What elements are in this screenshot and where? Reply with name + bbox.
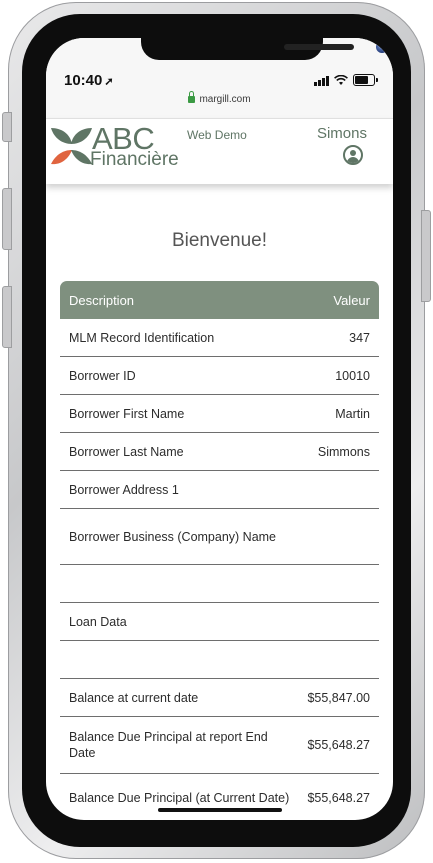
- row-value: $55,847.00: [307, 690, 370, 705]
- table-row: Borrower Business (Company) Name: [60, 509, 379, 565]
- url-text: margill.com: [199, 94, 251, 105]
- lock-icon: [188, 90, 196, 103]
- status-icons: [314, 74, 378, 86]
- power-button: [421, 210, 431, 302]
- table-row: Borrower First Name Martin: [60, 395, 379, 433]
- leaf-logo-icon: [51, 128, 92, 165]
- row-description: Borrower Last Name: [69, 444, 184, 459]
- row-value: 10010: [335, 368, 370, 383]
- web-demo-link[interactable]: Web Demo: [187, 128, 247, 142]
- row-description: Balance Due Principal (at Current Date): [69, 790, 290, 805]
- url-bar[interactable]: margill.com: [46, 90, 393, 105]
- table-row: Balance at current date $55,847.00: [60, 679, 379, 717]
- wifi-icon: [334, 75, 348, 85]
- app-header: ABC Financière Web Demo Simons: [46, 118, 393, 184]
- loan-data-table: Description Valeur MLM Record Identifica…: [60, 281, 379, 820]
- abc-financiere-logo[interactable]: ABC Financière: [48, 121, 179, 170]
- volume-up-button: [2, 188, 12, 250]
- battery-icon: [353, 74, 378, 86]
- notch: [141, 38, 388, 60]
- volume-down-button: [2, 286, 12, 348]
- row-description: Borrower First Name: [69, 406, 185, 421]
- time-text: 10:40: [64, 72, 103, 89]
- home-indicator[interactable]: [158, 808, 282, 812]
- table-row: [60, 565, 379, 603]
- mute-switch: [2, 112, 12, 142]
- table-row: Borrower Last Name Simmons: [60, 433, 379, 471]
- row-description: Borrower Address 1: [69, 482, 179, 497]
- row-description: Borrower Business (Company) Name: [69, 529, 277, 544]
- table-row: [60, 641, 379, 679]
- row-value: $55,648.27: [307, 738, 370, 752]
- table-row: Balance Due Principal at report End Date…: [60, 717, 379, 774]
- user-name[interactable]: Simons: [317, 125, 367, 142]
- row-description: Loan Data: [69, 614, 127, 629]
- row-value: Martin: [335, 406, 370, 421]
- header-value: Valeur: [333, 292, 370, 308]
- row-value: 347: [349, 330, 370, 345]
- table-row: Loan Data: [60, 603, 379, 641]
- row-description: MLM Record Identification: [69, 330, 215, 345]
- row-description: Balance at current date: [69, 690, 199, 705]
- table-row: Borrower ID 10010: [60, 357, 379, 395]
- table-row: MLM Record Identification 347: [60, 319, 379, 357]
- table-header: Description Valeur: [60, 281, 379, 319]
- row-description: Borrower ID: [69, 368, 136, 383]
- row-value: $55,648.27: [307, 790, 370, 805]
- user-account-icon[interactable]: [343, 145, 363, 165]
- row-description: Balance Due Principal at report End Date: [69, 730, 268, 760]
- status-time: 10:40 ➚: [64, 72, 114, 89]
- front-camera: [376, 41, 388, 53]
- header-description: Description: [69, 292, 135, 308]
- welcome-heading: Bienvenue!: [171, 230, 268, 251]
- table-row: Borrower Address 1: [60, 471, 379, 509]
- cellular-signal-icon: [314, 76, 329, 86]
- phone-screen: 10:40 ➚ margill.com ABC Financière Web D…: [46, 38, 393, 820]
- location-arrow-icon: ➚: [104, 76, 114, 88]
- table-row: Balance Due Principal (at Current Date) $…: [60, 774, 379, 820]
- row-value: Simmons: [317, 444, 370, 459]
- logo-text-financiere: Financière: [90, 149, 179, 170]
- speaker: [284, 44, 354, 50]
